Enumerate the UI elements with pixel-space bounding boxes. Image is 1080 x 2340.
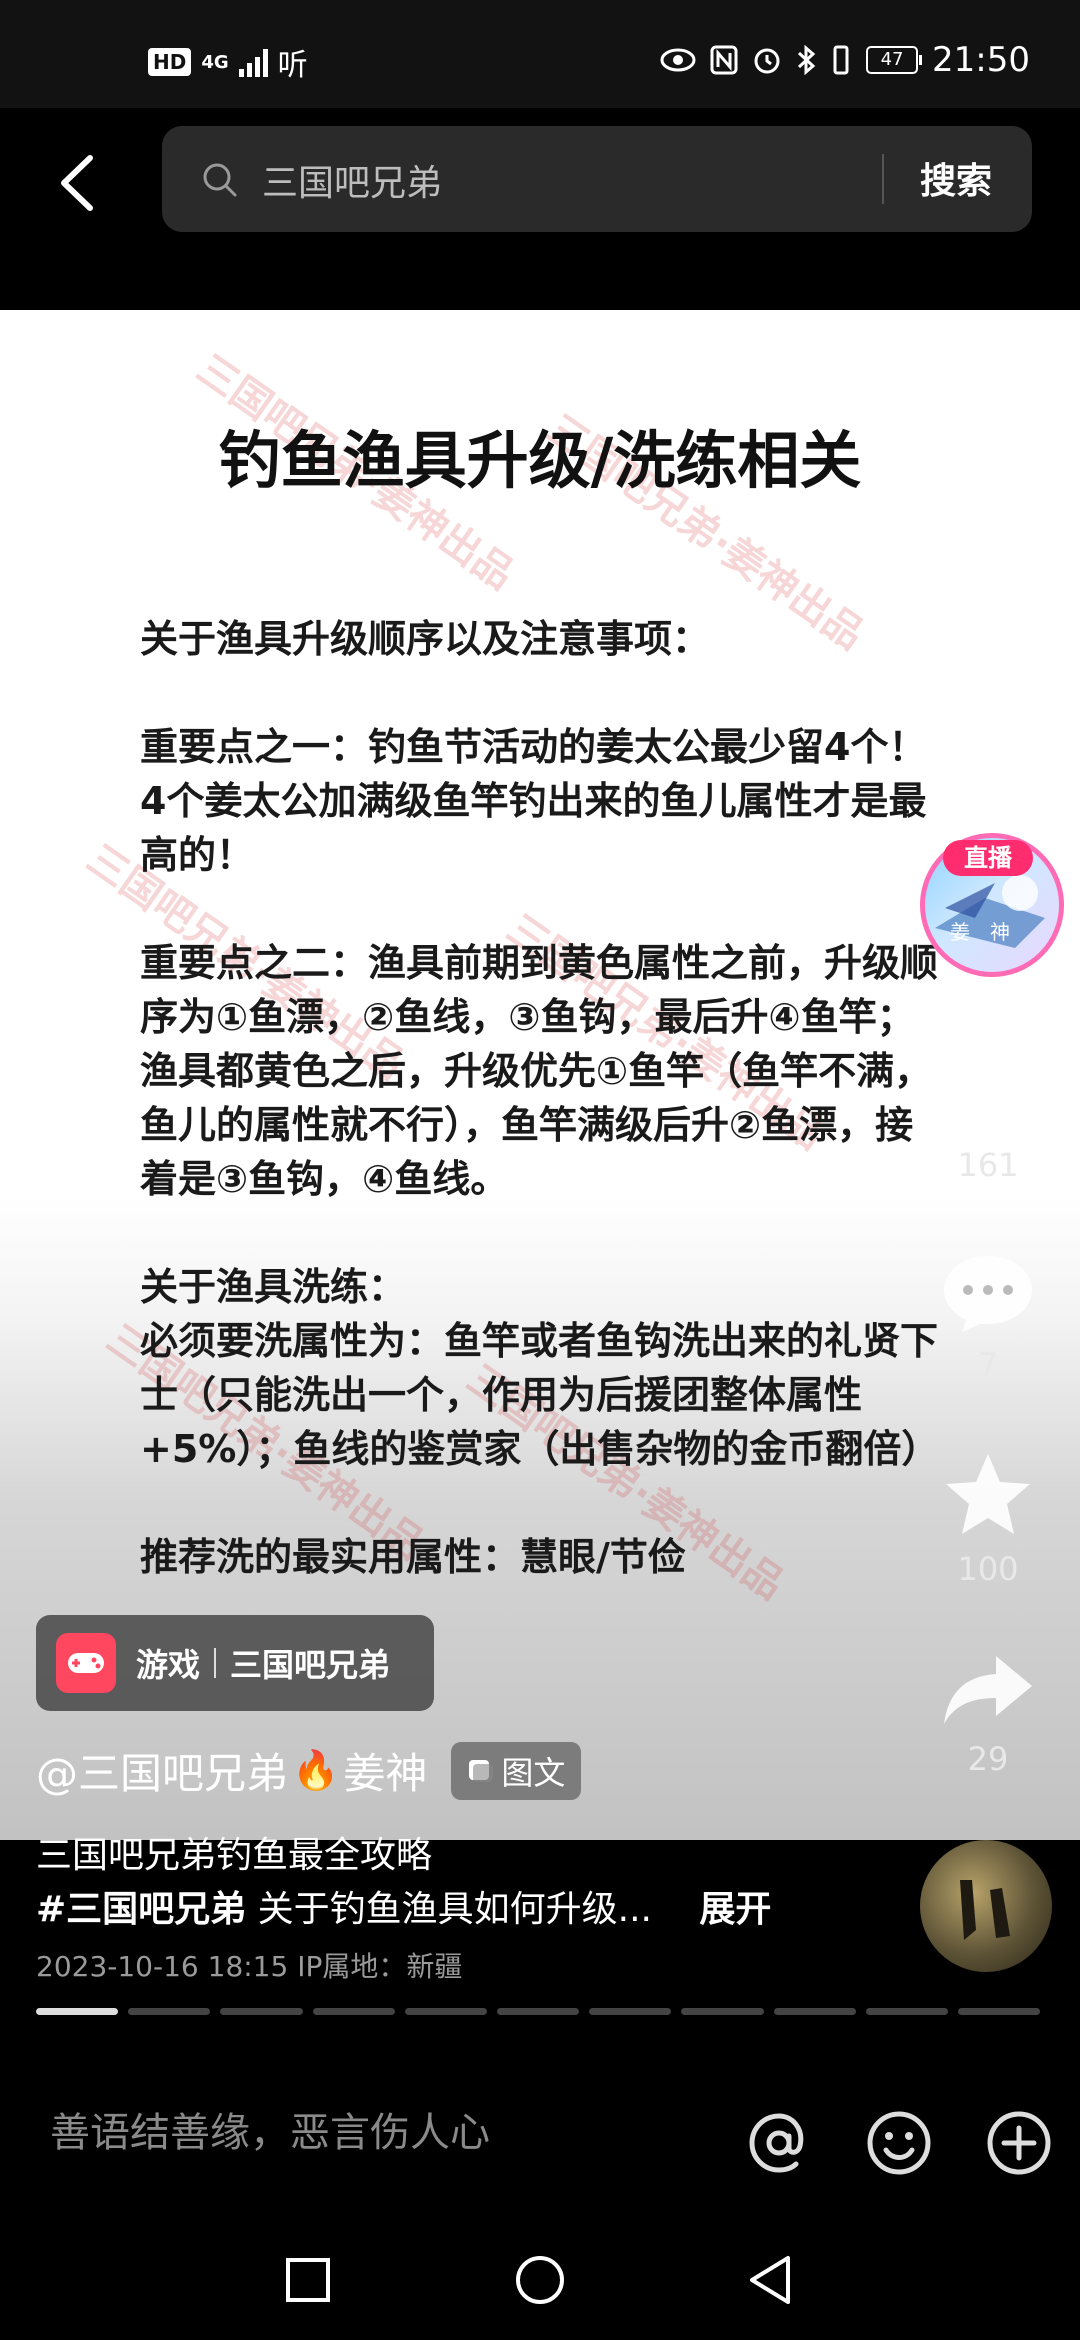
favorite-button[interactable]: 100 [930,1450,1046,1588]
recents-icon[interactable] [280,2252,336,2308]
progress-segment [404,2008,487,2015]
post-paragraph: 关于渔具升级顺序以及注意事项： [140,617,711,661]
progress-segment [589,2008,672,2015]
caption-row: #三国吧兄弟 关于钓鱼渔具如何升级... 展开 [36,1880,771,1932]
like-count: 161 [957,1146,1019,1184]
search-divider [882,154,884,204]
tag-category: 游戏 [136,1646,201,1684]
progress-segment [36,2008,119,2015]
star-icon [946,1454,1030,1534]
music-disc[interactable] [920,1840,1052,1972]
post-body: 关于渔具升级顺序以及注意事项： 重要点之一：钓鱼节活动的姜太公最少留4个！4个姜… [140,612,950,1638]
status-left: HD 4G 听 [148,40,308,84]
post-type-label: 图文 [501,1753,566,1792]
status-bar: HD 4G 听 47 21:50 [0,0,1080,108]
at-icon[interactable] [744,2108,814,2178]
network-label: 4G [201,51,229,73]
progress-segment [220,2008,303,2015]
search-icon [203,163,237,197]
system-nav-bar [0,2218,1080,2340]
caption-title: 三国吧兄弟钓鱼最全攻略 [36,1835,433,1876]
post-paragraph: 关于渔具洗练： [140,1265,407,1309]
progress-segment [681,2008,764,2015]
author-name-suffix[interactable]: 姜神 [343,1740,427,1801]
share-button[interactable]: 29 [930,1650,1046,1778]
hd-badge: HD [148,48,192,76]
search-button[interactable]: 搜索 [920,152,992,204]
progress-segment [128,2008,211,2015]
post-meta: 2023-10-16 18:15 IP属地：新疆 [36,1950,463,1983]
hashtag-link[interactable]: #三国吧兄弟 [36,1889,246,1930]
comment-input[interactable]: 善语结善缘，恶言伤人心 [50,2100,490,2158]
search-header: 三国吧兄弟 搜索 [0,108,1080,310]
progress-segment [865,2008,948,2015]
nfc-icon [710,45,738,75]
progress-segment [496,2008,580,2015]
post-paragraph: 重要点之二：渔具前期到黄色属性之前，升级顺序为①鱼漂，②鱼线，③鱼钩，最后升④鱼… [140,941,939,1201]
vibrate-icon [833,45,849,75]
share-count: 29 [967,1740,1009,1778]
author-name[interactable]: @三国吧兄弟 [36,1740,288,1801]
status-right: 47 21:50 [660,40,1030,80]
audio-label: 听 [277,48,308,83]
gamepad-icon [56,1633,116,1693]
caption-text: 关于钓鱼渔具如何升级... [257,1889,652,1930]
post-title: 钓鱼渔具升级/洗练相关 [218,424,862,497]
home-icon[interactable] [512,2252,568,2308]
clock: 21:50 [932,40,1030,80]
topic-tag[interactable]: 游戏 三国吧兄弟 [36,1615,434,1711]
like-button[interactable]: 161 [930,1050,1046,1184]
flame-icon: 🔥 [292,1748,340,1792]
search-box[interactable]: 三国吧兄弟 搜索 [162,126,1032,232]
post-paragraph: 重要点之一：钓鱼节活动的姜太公最少留4个！4个姜太公加满级鱼竿钓出来的鱼儿属性才… [140,725,927,877]
image-text-icon [469,1759,494,1782]
emoji-icon[interactable] [864,2108,934,2178]
progress-segment [957,2008,1041,2015]
page-progress [36,2008,1041,2015]
signal-icon [238,47,268,77]
post-type-badge: 图文 [451,1741,582,1800]
post-paragraph: 必须要洗属性为：鱼竿或者鱼钩洗出来的礼贤下士（只能洗出一个，作用为后援团整体属性… [140,1319,940,1471]
favorite-count: 100 [957,1550,1019,1588]
post-paragraph: 推荐洗的最实用属性：慧眼/节俭 [140,1535,686,1579]
comment-icon [944,1256,1032,1332]
search-input[interactable]: 三国吧兄弟 [262,154,442,206]
post-image[interactable]: 三国吧兄弟·姜神出品 三国吧兄弟·姜神出品 三国吧兄弟·姜神出品 三国吧兄弟·姜… [0,310,1080,1840]
comment-button[interactable]: 7 [930,1250,1046,1384]
back-nav-icon[interactable] [744,2252,800,2308]
live-badge: 直播 [943,840,1033,876]
heart-icon [944,1054,1032,1132]
comment-count: 7 [977,1346,999,1384]
progress-segment [312,2008,395,2015]
expand-button[interactable]: 展开 [699,1889,771,1930]
tag-topic: 三国吧兄弟 [230,1646,391,1684]
alarm-icon [754,48,780,74]
tag-separator [214,1648,217,1678]
progress-segment [773,2008,856,2015]
add-icon[interactable] [984,2108,1054,2178]
back-arrow-icon[interactable] [50,148,110,218]
battery-icon: 47 [866,46,923,74]
share-icon [944,1656,1032,1724]
author-row[interactable]: @三国吧兄弟 🔥 姜神 图文 [36,1740,582,1801]
eye-icon [660,48,696,72]
bluetooth-icon [797,44,816,76]
avatar-caption: 姜神 [950,920,1030,944]
disc-art [960,1880,1010,1940]
